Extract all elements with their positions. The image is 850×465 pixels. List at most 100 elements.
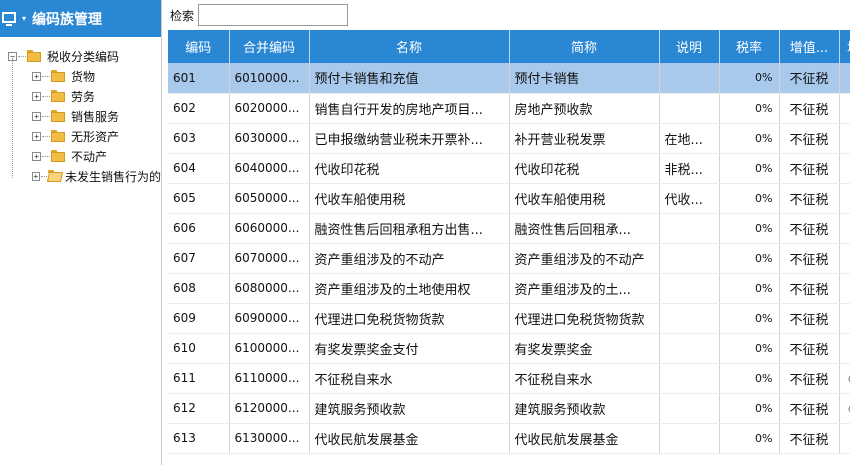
table-row[interactable]: 601 6010000... 预付卡销售和充值 预付卡销售 0% 不征税 [168, 63, 850, 94]
cell-rate: 0% [719, 333, 780, 364]
cell-name: 代收车船使用税 [309, 183, 510, 214]
cell-desc: 代收... [659, 183, 720, 214]
cell-desc [659, 333, 720, 364]
cell-vat: 不征税 [779, 153, 840, 184]
table-row[interactable]: 609 6090000... 代理进口免税货物货款 代理进口免税货物货款 0% 不征税 [168, 303, 850, 334]
cell-rate: 0% [719, 183, 780, 214]
cell-name: 建筑服务预收款 [309, 393, 510, 424]
cell-short: 代收印花税 [509, 153, 660, 184]
cell-desc [659, 423, 720, 454]
cell-code: 603 [168, 123, 230, 154]
search-label: 检索 [170, 8, 195, 23]
cell-merged: 6080000... [229, 273, 310, 304]
table-row[interactable]: 610 6100000... 有奖发票奖金支付 有奖发票奖金 0% 不征税 [168, 333, 850, 364]
cell-code: 606 [168, 213, 230, 244]
folder-icon [51, 110, 65, 122]
expand-icon[interactable]: + [32, 91, 41, 101]
tree-item[interactable]: + 货物 [0, 66, 161, 86]
panel-header[interactable]: ▾ 编码族管理 [0, 0, 161, 37]
chevron-down-icon[interactable]: ▾ [22, 14, 26, 23]
table-row[interactable]: 6116110000...不征税自来水不征税自来水0%不征税《 [168, 363, 850, 394]
column-header[interactable]: 合并编码 [229, 30, 310, 63]
computer-icon [2, 10, 22, 28]
table-row[interactable]: 607 6070000... 资产重组涉及的不动产 资产重组涉及的不动产 0% 不征税 [168, 243, 850, 274]
panel-title: 编码族管理 [32, 11, 103, 28]
tree-item[interactable]: + 未发生销售行为的 [0, 166, 161, 186]
cell-extra [839, 93, 850, 124]
column-header[interactable]: 税率 [719, 30, 780, 63]
cell-name: 已申报缴纳营业税未开票补... [309, 123, 510, 154]
cell-code: 601 [168, 63, 230, 94]
expand-icon[interactable]: + [32, 71, 41, 81]
column-header[interactable]: 说明 [659, 30, 720, 63]
cell-short: 补开营业税发票 [509, 123, 660, 154]
cell-merged: 6110000... [229, 363, 310, 394]
cell-merged: 6060000... [229, 213, 310, 244]
column-header[interactable]: 增 [839, 30, 850, 63]
cell-name: 融资性售后回租承租方出售... [309, 213, 510, 244]
tree-item[interactable]: + 销售服务 [0, 106, 161, 126]
folder-icon [51, 70, 65, 82]
search-bar: 检索 [162, 0, 850, 30]
cell-vat: 不征税 [779, 333, 840, 364]
cell-merged: 6130000... [229, 423, 310, 454]
column-header[interactable]: 增值... [779, 30, 840, 63]
tree-item-label: 不动产 [71, 149, 108, 164]
cell-name: 代理进口免税货物货款 [309, 303, 510, 334]
cell-vat: 不征税 [779, 213, 840, 244]
folder-icon [51, 130, 65, 142]
expand-icon[interactable]: + [32, 171, 40, 181]
cell-name: 有奖发票奖金支付 [309, 333, 510, 364]
tree-item-label: 销售服务 [71, 109, 120, 124]
cell-vat: 不征税 [779, 423, 840, 454]
expand-icon[interactable]: + [32, 151, 41, 161]
column-header[interactable]: 简称 [509, 30, 660, 63]
cell-extra [839, 243, 850, 274]
cell-code: 602 [168, 93, 230, 124]
cell-merged: 6090000... [229, 303, 310, 334]
table-row[interactable]: 613 6130000... 代收民航发展基金 代收民航发展基金 0% 不征税 [168, 423, 850, 454]
tree-item[interactable]: + 不动产 [0, 146, 161, 166]
expand-icon[interactable]: + [32, 131, 41, 141]
cell-rate: 0% [719, 303, 780, 334]
cell-vat: 不征税 [779, 243, 840, 274]
cell-rate: 0% [719, 93, 780, 124]
cell-vat: 不征税 [779, 303, 840, 334]
tree-root[interactable]: − 税收分类编码 [0, 46, 161, 66]
table-row[interactable]: 606 6060000... 融资性售后回租承租方出售... 融资性售后回租承... 0… [168, 213, 850, 244]
expand-icon[interactable]: + [32, 111, 41, 121]
cell-extra [839, 273, 850, 304]
table-row[interactable]: 602 6020000... 销售自行开发的房地产项目... 房地产预收款 0% 不征税 [168, 93, 850, 124]
cell-extra [839, 123, 850, 154]
cell-merged: 6040000... [229, 153, 310, 184]
cell-desc [659, 363, 720, 394]
cell-extra: 《 [839, 363, 850, 394]
code-table: 编码合并编码名称简称说明税率增值...增 6016010000...预付卡销售和… [168, 30, 850, 454]
cell-name: 预付卡销售和充值 [309, 63, 510, 94]
folder-icon [51, 150, 65, 162]
column-header[interactable]: 编码 [168, 30, 230, 63]
cell-desc [659, 303, 720, 334]
cell-code: 604 [168, 153, 230, 184]
table-row[interactable]: 608 6080000... 资产重组涉及的土地使用权 资产重组涉及的土... 0% 不征… [168, 273, 850, 304]
cell-vat: 不征税 [779, 183, 840, 214]
cell-short: 资产重组涉及的土... [509, 273, 660, 304]
table-row[interactable]: 6126120000...建筑服务预收款建筑服务预收款0%不征税《 [168, 393, 850, 424]
cell-short: 预付卡销售 [509, 63, 660, 94]
cell-merged: 6020000... [229, 93, 310, 124]
column-header[interactable]: 名称 [309, 30, 510, 63]
search-input[interactable] [198, 4, 349, 26]
cell-name: 代收印花税 [309, 153, 510, 184]
table-row[interactable]: 603 6030000... 已申报缴纳营业税未开票补... 补开营业税发票 在地...… [168, 123, 850, 154]
tree-item[interactable]: + 劳务 [0, 86, 161, 106]
cell-name: 代收民航发展基金 [309, 423, 510, 454]
tree-item[interactable]: + 无形资产 [0, 126, 161, 146]
cell-short: 代收民航发展基金 [509, 423, 660, 454]
table-row[interactable]: 605 6050000... 代收车船使用税 代收车船使用税 代收... 0% 不征税 [168, 183, 850, 214]
table-row[interactable]: 604 6040000... 代收印花税 代收印花税 非税... 0% 不征税 [168, 153, 850, 184]
cell-short: 代理进口免税货物货款 [509, 303, 660, 334]
cell-extra [839, 333, 850, 364]
cell-desc [659, 63, 720, 94]
cell-short: 房地产预收款 [509, 93, 660, 124]
cell-vat: 不征税 [779, 93, 840, 124]
